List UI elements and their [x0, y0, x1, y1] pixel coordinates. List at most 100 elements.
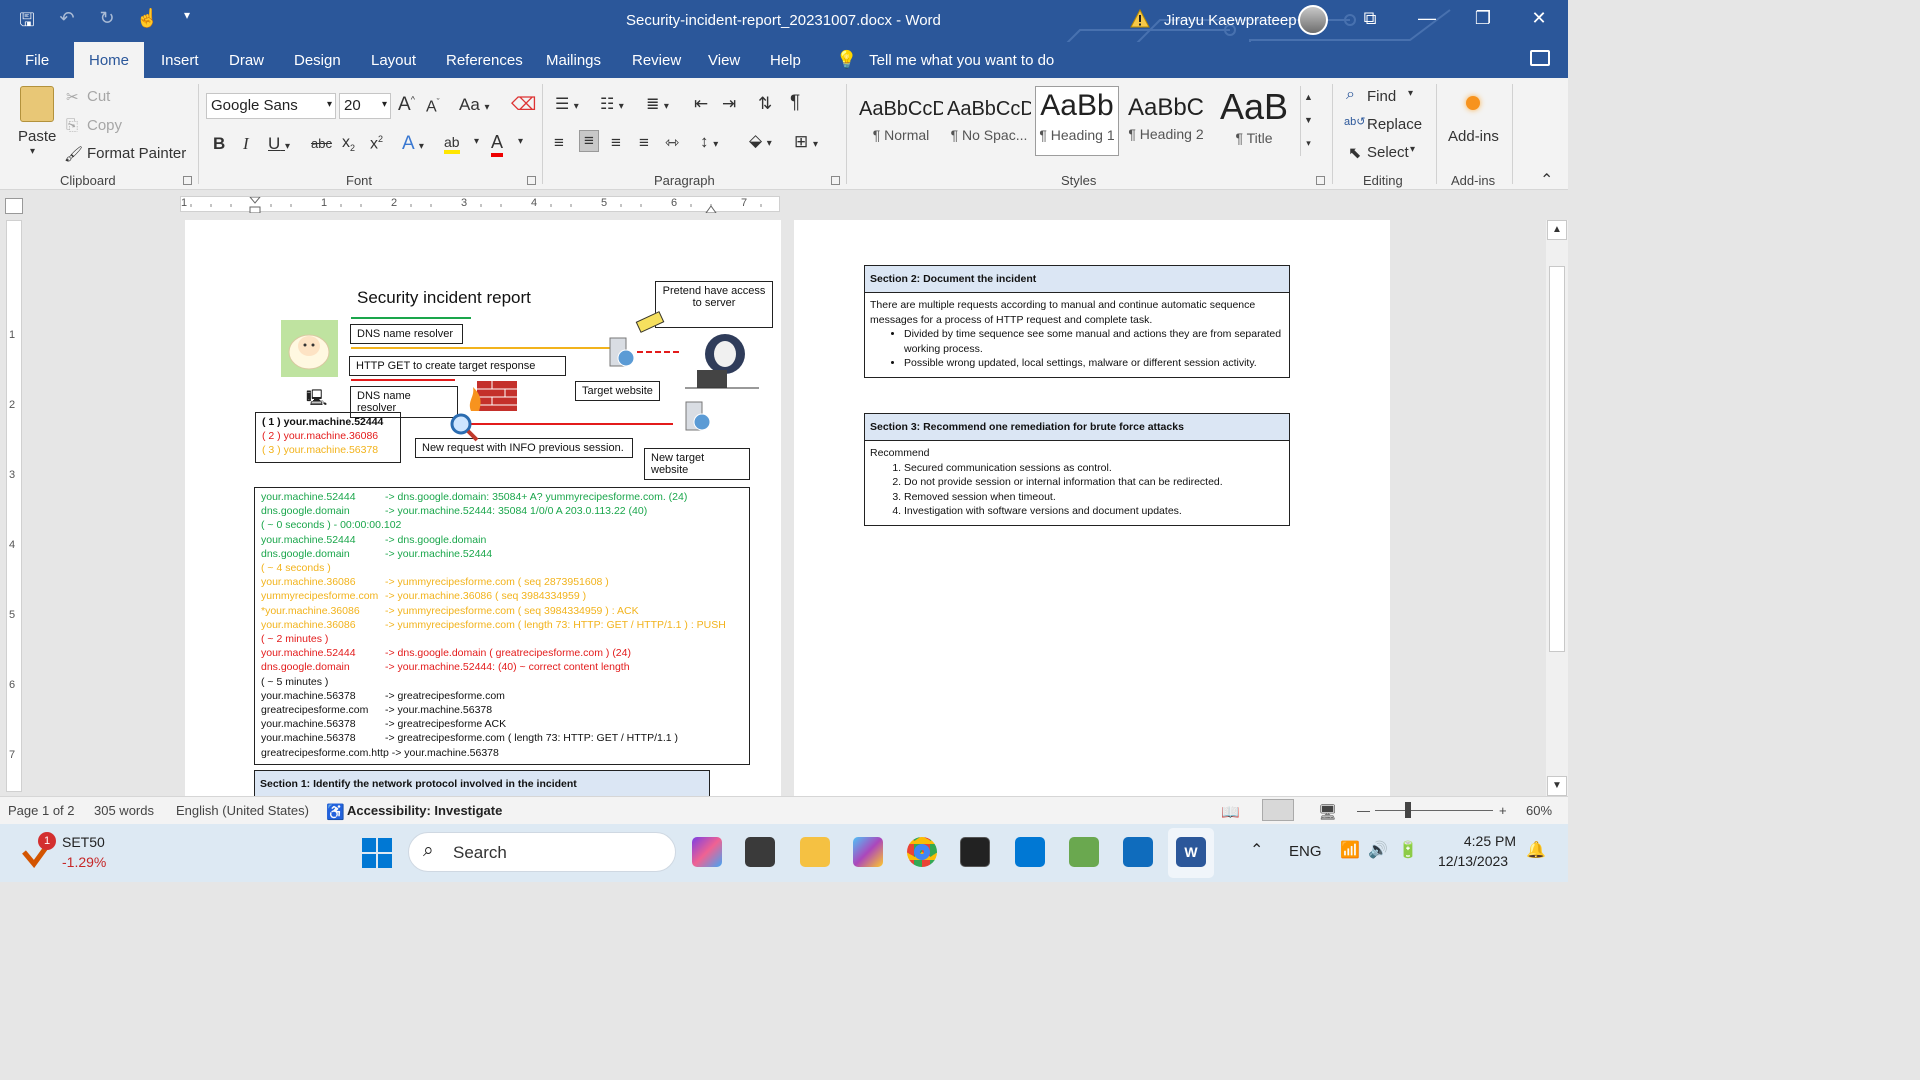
align-center-icon[interactable]: ≡ [579, 130, 599, 152]
distributed-icon[interactable]: ⇿ [665, 133, 679, 153]
align-left-icon[interactable]: ≡ [554, 133, 564, 153]
borders-icon[interactable]: ⊞ ▾ [794, 132, 818, 152]
styles-launcher-icon[interactable] [1316, 176, 1325, 185]
scroll-down-icon[interactable]: ▼ [1547, 776, 1567, 796]
battery-icon[interactable]: 🔋 [1398, 840, 1418, 860]
change-case-button[interactable]: Aa ▾ [459, 95, 490, 115]
tab-review[interactable]: Review [632, 52, 681, 69]
volume-icon[interactable]: 🔊 [1368, 840, 1388, 860]
font-name-combobox[interactable]: Google Sans ▾ [206, 93, 336, 119]
user-name[interactable]: Jirayu Kaewprateep [1164, 12, 1297, 29]
grow-font-button[interactable]: A^ [398, 94, 415, 116]
minimize-icon[interactable]: — [1412, 8, 1442, 29]
chevron-up-icon[interactable]: ⌃ [1250, 840, 1263, 860]
underline-button[interactable]: U ▾ [268, 134, 290, 154]
copy-button[interactable]: Copy [87, 117, 122, 134]
shrink-font-button[interactable]: Aˇ [426, 97, 440, 116]
page-1[interactable]: Security incident report 🖳 DNS name reso… [185, 220, 781, 796]
line-spacing-icon[interactable]: ↕ ▾ [700, 132, 718, 152]
comments-icon[interactable] [1530, 50, 1550, 66]
avatar[interactable] [1298, 5, 1328, 35]
shading-icon[interactable]: ⬙ ▾ [749, 131, 772, 151]
stock-change[interactable]: -1.29% [62, 854, 106, 870]
sort-icon[interactable]: ⇅ [758, 94, 772, 114]
style-heading-2[interactable]: AaBbC ¶ Heading 2 [1124, 86, 1208, 156]
chrome-icon[interactable] [907, 837, 937, 867]
font-color-button[interactable]: A [491, 132, 504, 157]
close-icon[interactable]: ✕ [1524, 8, 1554, 29]
decrease-indent-icon[interactable]: ⇤ [694, 94, 708, 114]
tab-view[interactable]: View [708, 52, 740, 69]
language-status[interactable]: English (United States) [176, 803, 309, 818]
strikethrough-button[interactable]: abc [311, 136, 332, 151]
redo-icon[interactable]: ↻ [96, 8, 118, 38]
paste-icon[interactable] [20, 86, 54, 122]
outlook-icon[interactable] [1123, 837, 1153, 867]
collapse-ribbon-icon[interactable]: ⌃ [1540, 170, 1553, 190]
paste-dropdown-icon[interactable]: ▾ [30, 146, 35, 157]
tab-file[interactable]: File [25, 52, 49, 69]
scroll-thumb[interactable] [1549, 266, 1565, 652]
vertical-ruler[interactable]: 1 2 3 4 5 6 7 [6, 220, 22, 792]
zoom-level[interactable]: 60% [1526, 803, 1552, 818]
replace-button[interactable]: Replace [1367, 116, 1422, 133]
clipboard-launcher-icon[interactable] [183, 176, 192, 185]
restore-icon[interactable]: ❐ [1468, 8, 1498, 29]
scroll-up-icon[interactable]: ▲ [1547, 220, 1567, 240]
tab-layout[interactable]: Layout [371, 52, 416, 69]
tab-home[interactable]: Home [74, 42, 145, 78]
stock-widget-icon[interactable]: 1 [22, 832, 56, 869]
tab-selector[interactable] [5, 198, 23, 214]
page-2[interactable]: Section 2: Document the incident There a… [794, 220, 1390, 796]
tab-draw[interactable]: Draw [229, 52, 264, 69]
customize-qat-icon[interactable]: ▾ [176, 8, 198, 38]
horizontal-ruler[interactable]: 1 1 2 3 4 5 6 7 [180, 196, 780, 213]
subscript-button[interactable]: x2 [342, 134, 355, 153]
warning-icon[interactable] [1130, 9, 1150, 29]
chevron-down-icon[interactable]: ▾ [1408, 88, 1413, 99]
bold-button[interactable]: B [213, 134, 225, 154]
chevron-down-icon[interactable]: ▾ [382, 99, 387, 110]
zoom-out-icon[interactable]: — [1357, 803, 1370, 818]
vertical-scrollbar[interactable]: ▲ ▼ [1546, 220, 1568, 796]
copilot-icon[interactable] [692, 837, 722, 867]
zoom-slider[interactable] [1375, 810, 1493, 811]
font-launcher-icon[interactable] [527, 176, 536, 185]
paragraph-launcher-icon[interactable] [831, 176, 840, 185]
notifications-icon[interactable]: 🔔 [1526, 840, 1546, 860]
bullets-icon[interactable]: ☰ ▾ [555, 94, 579, 114]
tab-references[interactable]: References [446, 52, 523, 69]
accessibility-status[interactable]: Accessibility: Investigate [347, 803, 502, 818]
select-button[interactable]: Select [1367, 144, 1409, 161]
find-button[interactable]: Find [1367, 88, 1396, 105]
font-size-combobox[interactable]: 20 ▾ [339, 93, 391, 119]
chevron-down-icon[interactable]: ▾ [1410, 144, 1415, 155]
chevron-down-icon[interactable]: ▾ [518, 136, 523, 147]
paste-button[interactable]: Paste [18, 128, 56, 145]
tab-mailings[interactable]: Mailings [546, 52, 601, 69]
text-effects-button[interactable]: A ▾ [402, 133, 424, 155]
vscode-icon[interactable] [1015, 837, 1045, 867]
clear-formatting-icon[interactable]: ⌫ [511, 94, 536, 115]
styles-scroll[interactable]: ▲ ▼ ▾ [1300, 86, 1316, 156]
clock-time[interactable]: 4:25 PM [1460, 833, 1516, 849]
tab-design[interactable]: Design [294, 52, 341, 69]
increase-indent-icon[interactable]: ⇥ [722, 94, 736, 114]
style-normal[interactable]: AaBbCcD ¶ Normal [859, 86, 943, 156]
print-layout-icon[interactable] [1262, 799, 1294, 821]
superscript-button[interactable]: x2 [370, 134, 383, 153]
touch-mode-icon[interactable]: ☝ [136, 8, 158, 38]
stock-name[interactable]: SET50 [62, 834, 105, 850]
word-icon[interactable]: W [1176, 837, 1206, 867]
web-layout-icon[interactable]: 🖥 [1318, 803, 1337, 821]
chart-app-icon[interactable] [1069, 837, 1099, 867]
style-title[interactable]: AaB ¶ Title [1212, 86, 1296, 156]
windows-start-icon[interactable] [362, 838, 392, 868]
zoom-in-icon[interactable]: + [1499, 803, 1507, 818]
tab-insert[interactable]: Insert [161, 52, 199, 69]
terminal-icon[interactable] [960, 837, 990, 867]
tell-me-search[interactable]: 💡 Tell me what you want to do [836, 50, 1054, 70]
read-mode-icon[interactable]: 📖 [1221, 803, 1240, 821]
taskbar-search[interactable]: ⌕ Search [408, 832, 676, 872]
input-language[interactable]: ENG [1289, 843, 1322, 860]
